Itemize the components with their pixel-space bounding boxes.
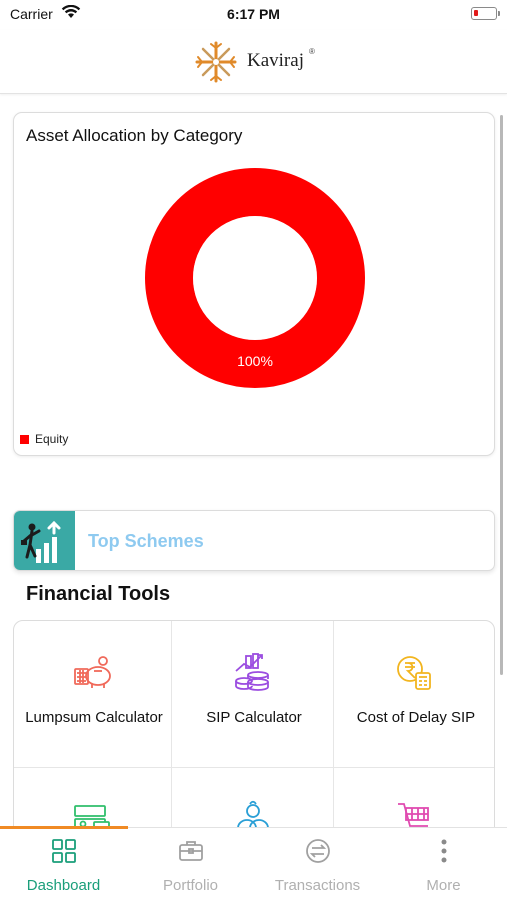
top-schemes-button[interactable]: Top Schemes xyxy=(13,510,495,571)
bottom-tab-bar: Dashboard Portfolio Transactions More xyxy=(0,826,507,900)
status-time: 6:17 PM xyxy=(227,6,280,22)
grid-icon xyxy=(51,839,76,863)
tab-more[interactable]: More xyxy=(380,828,507,900)
slice-percent-label: 100% xyxy=(237,353,273,369)
top-schemes-label: Top Schemes xyxy=(88,531,204,551)
tab-label: More xyxy=(426,877,461,894)
briefcase-icon xyxy=(178,841,203,861)
tool-item[interactable] xyxy=(336,768,494,827)
legend-swatch-equity xyxy=(20,434,29,444)
shopping-cart-icon xyxy=(398,803,429,827)
donut-inner-ring xyxy=(193,216,317,340)
kaviraj-logo-icon xyxy=(195,41,237,83)
chart-legend: Equity xyxy=(20,432,68,446)
financial-tools-title: Financial Tools xyxy=(26,583,171,605)
tool-item[interactable] xyxy=(174,768,334,827)
scrollbar[interactable] xyxy=(500,115,503,675)
rupee-calculator-icon xyxy=(397,656,431,690)
tab-dashboard[interactable]: Dashboard xyxy=(0,828,127,900)
tool-label: SIP Calculator xyxy=(206,709,302,726)
brand-name: Kaviraj xyxy=(247,50,304,71)
financial-tools-grid: Lumpsum Calculator SIP Calculator Cost o… xyxy=(13,620,495,827)
registered-mark: ® xyxy=(309,47,315,56)
tool-lumpsum-calculator[interactable]: Lumpsum Calculator xyxy=(14,621,174,767)
coins-chart-icon xyxy=(235,653,269,691)
status-bar: Carrier 6:17 PM xyxy=(0,0,507,30)
tool-label: Cost of Delay SIP xyxy=(356,709,476,726)
money-bills-icon xyxy=(74,805,110,827)
tool-cost-of-delay-sip[interactable]: Cost of Delay SIP xyxy=(336,621,494,767)
asset-allocation-card: Asset Allocation by Category 100% Equity xyxy=(13,112,495,456)
coin-stack-icon xyxy=(237,800,269,827)
tab-portfolio[interactable]: Portfolio xyxy=(127,828,254,900)
growth-chart-icon xyxy=(14,511,75,570)
app-header: Kaviraj ® xyxy=(0,30,507,94)
tab-transactions[interactable]: Transactions xyxy=(254,828,381,900)
tool-sip-calculator[interactable]: SIP Calculator xyxy=(174,621,334,767)
tool-label: Lumpsum Calculator xyxy=(25,709,163,726)
more-dots-icon xyxy=(441,839,446,863)
tool-item[interactable] xyxy=(14,768,174,827)
legend-label-equity: Equity xyxy=(35,432,69,446)
tab-label: Portfolio xyxy=(162,877,219,894)
piggy-bank-icon xyxy=(74,656,111,688)
tab-label: Dashboard xyxy=(26,877,101,894)
tab-label: Transactions xyxy=(274,877,361,894)
allocation-donut-chart xyxy=(145,168,365,388)
dashboard-content[interactable]: Asset Allocation by Category 100% Equity… xyxy=(0,95,507,827)
exchange-icon xyxy=(305,839,330,863)
battery-icon xyxy=(471,7,500,20)
